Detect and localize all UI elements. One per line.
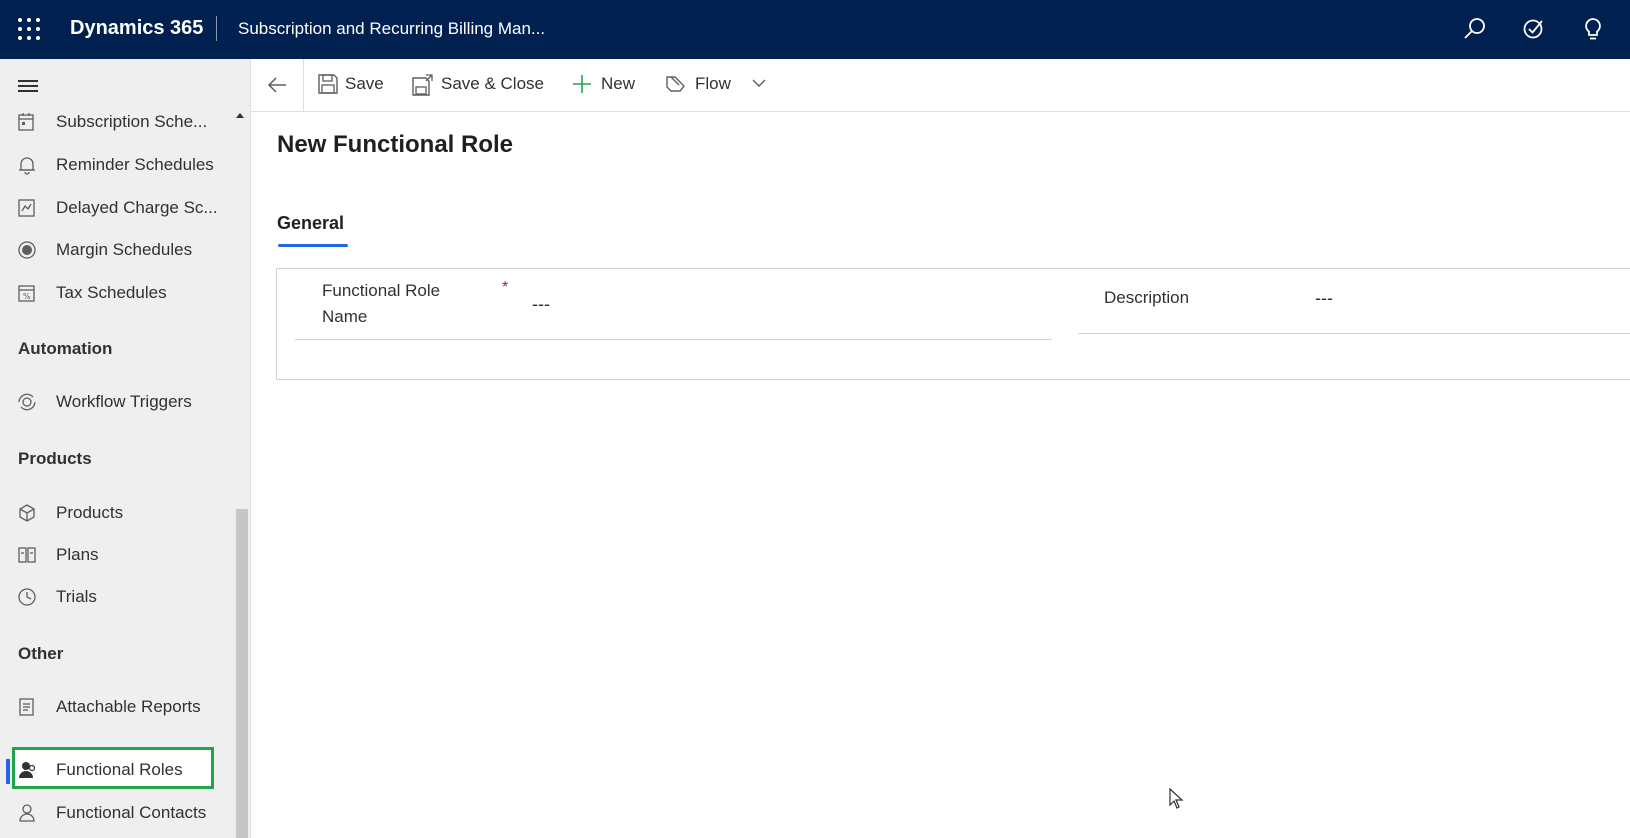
tab-selected-underline [278, 244, 348, 247]
sidebar-item-label: Products [56, 503, 124, 522]
flow-label: Flow [695, 74, 731, 93]
delayed-charge-icon [18, 199, 35, 217]
description-input[interactable]: --- [1315, 288, 1333, 309]
save-label: Save [345, 74, 384, 93]
topbar-divider [216, 16, 217, 41]
group-header-automation: Automation [18, 339, 113, 358]
hamburger-menu-icon[interactable] [18, 80, 40, 94]
flow-button[interactable]: Flow [665, 59, 775, 111]
sidebar-item-label: Workflow Triggers [56, 392, 192, 411]
label-line-2: Name [322, 307, 368, 326]
brand-name[interactable]: Dynamics 365 [70, 17, 203, 40]
sidebar-item-margin-schedules[interactable]: Margin Schedules [0, 229, 235, 269]
save-and-close-button[interactable]: Save & Close [411, 59, 551, 111]
plus-icon [573, 75, 591, 93]
sidebar-item-label: Functional Roles [56, 760, 183, 779]
product-box-icon [19, 504, 35, 522]
sidebar-item-plans[interactable]: Plans [0, 534, 235, 574]
sidebar-item-label: Tax Schedules [56, 283, 167, 302]
subscription-schedule-icon [18, 113, 34, 131]
sidebar-item-label: Subscription Sche... [56, 112, 208, 131]
contact-icon [19, 804, 35, 822]
sidebar-scrollbar[interactable] [236, 509, 248, 838]
save-close-icon [412, 74, 433, 96]
svg-text:%: % [23, 292, 31, 301]
new-button[interactable]: New [571, 59, 641, 111]
general-section [276, 268, 1630, 380]
plan-icon [18, 547, 36, 563]
functional-role-name-input[interactable]: --- [532, 294, 550, 315]
required-asterisk: * [502, 279, 509, 296]
waffle-icon[interactable] [16, 16, 43, 43]
app-title[interactable]: Subscription and Recurring Billing Man..… [238, 19, 545, 39]
save-close-label: Save & Close [441, 74, 544, 93]
field-underline [295, 339, 1052, 340]
sidebar-item-label: Trials [56, 587, 97, 606]
label-line-1: Functional Role [322, 281, 441, 300]
form-title: New Functional Role [277, 131, 514, 158]
mouse-cursor-icon [1169, 788, 1184, 809]
chevron-down-icon[interactable] [751, 77, 767, 89]
sidebar-item-label: Delayed Charge Sc... [56, 198, 218, 217]
scroll-up-caret-icon[interactable] [236, 113, 244, 118]
sidebar-item-label: Margin Schedules [56, 240, 193, 259]
back-button[interactable] [251, 59, 303, 111]
sidebar-item-subscription-schedules[interactable]: Subscription Sche... [0, 101, 235, 141]
save-button[interactable]: Save [317, 59, 397, 111]
group-header-other: Other [18, 644, 64, 663]
top-navigation-bar: Dynamics 365 Subscription and Recurring … [0, 0, 1630, 59]
task-flow-icon[interactable] [1519, 14, 1549, 44]
report-icon [19, 698, 34, 716]
sidebar-item-label: Attachable Reports [56, 697, 201, 716]
trial-icon [18, 588, 36, 606]
sitemap-sidebar: Subscription Sche... Reminder Schedules … [0, 59, 251, 838]
field-underline [1078, 333, 1630, 334]
sidebar-item-label: Functional Contacts [56, 803, 207, 822]
sidebar-item-workflow-triggers[interactable]: Workflow Triggers [0, 381, 235, 421]
tax-schedule-icon: % [18, 285, 35, 302]
sidebar-item-products[interactable]: Products [0, 492, 235, 532]
commandbar-divider [303, 59, 304, 111]
sidebar-item-functional-roles[interactable]: Functional Roles [0, 749, 235, 789]
sidebar-item-tax-schedules[interactable]: % Tax Schedules [0, 272, 235, 312]
tab-general[interactable]: General [277, 213, 344, 234]
save-disk-icon [318, 74, 338, 94]
search-icon[interactable] [1460, 14, 1490, 44]
lightbulb-icon[interactable] [1578, 14, 1608, 44]
workflow-trigger-icon [18, 393, 36, 411]
sidebar-item-functional-contacts[interactable]: Functional Contacts [0, 792, 235, 832]
reminder-schedule-icon [19, 157, 35, 175]
command-bar: Save Save & Close New Flow [251, 59, 1630, 112]
back-arrow-icon [267, 77, 286, 93]
margin-schedule-icon [18, 241, 36, 259]
group-header-products: Products [18, 449, 92, 468]
flow-icon [666, 76, 685, 92]
sidebar-item-label: Plans [56, 545, 99, 564]
functional-role-name-label: Functional Role Name [322, 278, 440, 330]
sidebar-item-reminder-schedules[interactable]: Reminder Schedules [0, 144, 235, 184]
description-label: Description [1104, 288, 1190, 307]
sidebar-item-label: Reminder Schedules [56, 155, 214, 174]
functional-role-icon [19, 762, 36, 778]
sidebar-item-trials[interactable]: Trials [0, 576, 235, 616]
sidebar-item-attachable-reports[interactable]: Attachable Reports [0, 686, 235, 726]
new-label: New [601, 74, 636, 93]
sidebar-item-delayed-charge-schedules[interactable]: Delayed Charge Sc... [0, 187, 235, 227]
